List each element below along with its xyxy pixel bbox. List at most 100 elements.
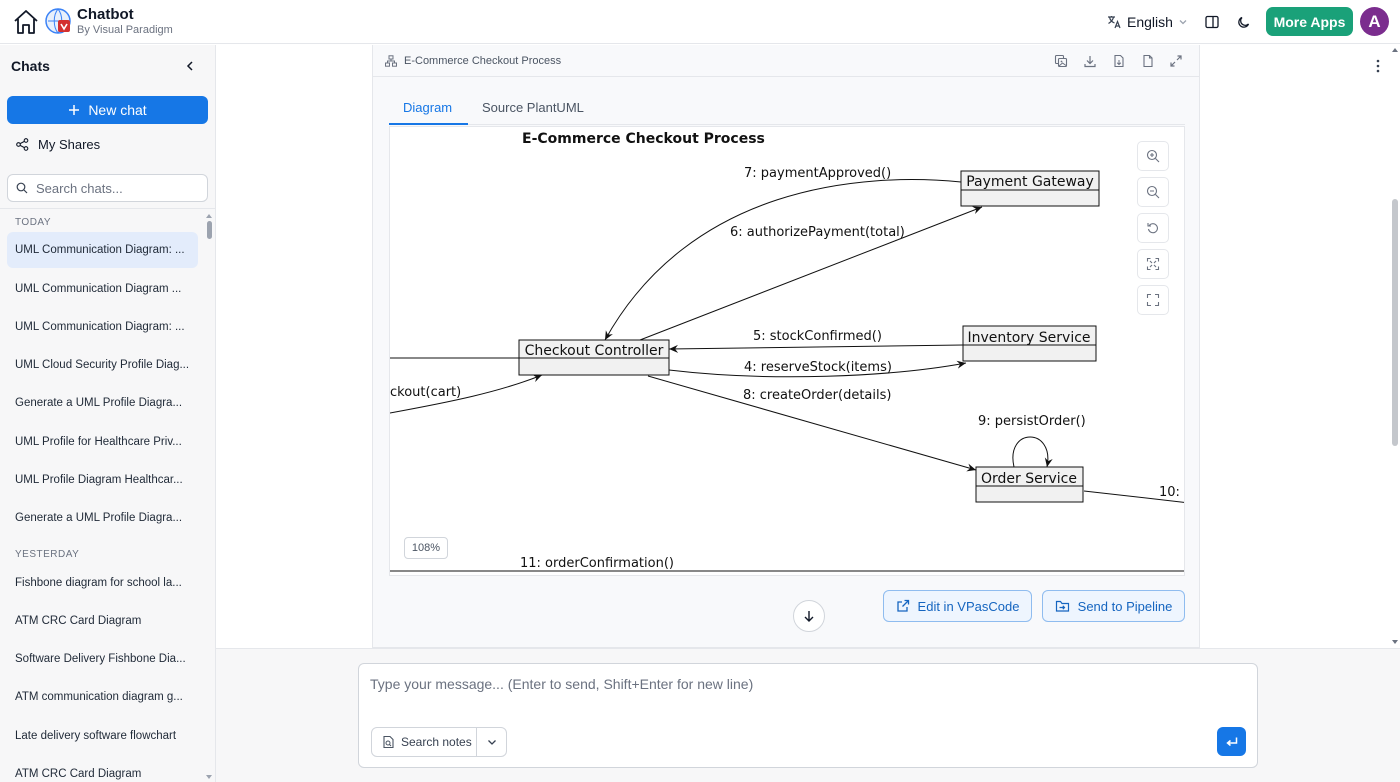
search-icon xyxy=(16,182,28,194)
chat-item[interactable]: ATM CRC Card Diagram xyxy=(7,756,198,782)
reset-icon xyxy=(1147,223,1158,234)
plus-icon xyxy=(69,105,80,115)
object-order-service[interactable]: Order Service xyxy=(975,466,1084,503)
copy-image-icon[interactable] xyxy=(1054,54,1068,68)
message-label: 7: paymentApproved() xyxy=(744,166,891,181)
chat-item[interactable]: Late delivery software flowchart xyxy=(7,718,198,754)
zoom-level-indicator: 108% xyxy=(404,537,448,559)
chat-search-box[interactable] xyxy=(7,174,208,202)
sidebar-toggle-icon[interactable] xyxy=(1201,11,1223,33)
send-to-pipeline-button[interactable]: Send to Pipeline xyxy=(1042,590,1185,622)
message-label: 11: orderConfirmation() xyxy=(520,556,674,571)
object-payment-gateway[interactable]: Payment Gateway xyxy=(960,170,1100,207)
search-notes-dropdown[interactable] xyxy=(477,728,506,756)
fit-to-screen-button[interactable] xyxy=(1137,249,1169,279)
new-chat-label: New chat xyxy=(88,102,147,118)
search-notes-label: Search notes xyxy=(401,735,472,749)
diagram-canvas[interactable]: E-Commerce Checkout Process Checkout Con… xyxy=(389,126,1185,576)
sidebar-divider xyxy=(0,208,215,209)
chat-item[interactable]: Generate a UML Profile Diagra... xyxy=(7,385,198,421)
language-label: English xyxy=(1127,14,1173,30)
page-scroll-thumb[interactable] xyxy=(1392,199,1398,446)
communication-diagram: E-Commerce Checkout Process Checkout Con… xyxy=(390,131,1185,572)
more-apps-button[interactable]: More Apps xyxy=(1266,7,1353,36)
scroll-up-icon xyxy=(1392,48,1398,52)
message-label: 8: createOrder(details) xyxy=(743,388,891,403)
scroll-down-icon xyxy=(1392,640,1398,644)
sidebar-scroll-thumb[interactable] xyxy=(207,221,212,239)
chat-item[interactable]: Generate a UML Profile Diagra... xyxy=(7,500,198,536)
my-shares-link[interactable]: My Shares xyxy=(16,137,100,152)
new-chat-button[interactable]: New chat xyxy=(7,96,208,124)
top-bar: Chatbot By Visual Paradigm English More … xyxy=(0,0,1400,44)
tab-diagram[interactable]: Diagram xyxy=(403,100,452,115)
dark-mode-icon[interactable] xyxy=(1233,11,1255,33)
chat-item[interactable]: UML Communication Diagram ... xyxy=(7,271,198,307)
search-chats-input[interactable] xyxy=(36,180,196,196)
fullscreen-button[interactable] xyxy=(1137,285,1169,315)
search-notes-button[interactable]: Search notes xyxy=(372,728,478,756)
message-label: 4: reserveStock(items) xyxy=(744,360,892,375)
scroll-down-icon xyxy=(206,775,212,779)
sidebar-title: Chats xyxy=(11,58,50,74)
scroll-down-button[interactable] xyxy=(793,600,825,632)
section-label-yesterday: YESTERDAY xyxy=(15,549,80,560)
chat-item[interactable]: ATM CRC Card Diagram xyxy=(7,603,198,639)
visual-paradigm-logo-icon xyxy=(44,7,72,35)
chat-item[interactable]: UML Communication Diagram: ... xyxy=(7,232,198,268)
artifact-title: E-Commerce Checkout Process xyxy=(404,55,562,67)
app-title: Chatbot xyxy=(77,6,134,23)
share-icon xyxy=(16,138,29,151)
reset-zoom-button[interactable] xyxy=(1137,213,1169,243)
chat-item[interactable]: ATM communication diagram g... xyxy=(7,679,198,715)
link-payment-to-checkout xyxy=(604,179,962,341)
notes-search-icon xyxy=(383,735,394,749)
more-options-icon[interactable] xyxy=(1372,58,1384,74)
artifact-header: E-Commerce Checkout Process xyxy=(373,45,1199,77)
chevron-down-icon xyxy=(487,740,496,745)
pipeline-label: Send to Pipeline xyxy=(1077,598,1173,614)
scroll-up-icon xyxy=(206,214,212,218)
chat-item[interactable]: UML Communication Diagram: ... xyxy=(7,309,198,345)
sidebar: Chats New chat My Shares TODAY UML Commu… xyxy=(0,45,216,782)
zoom-in-button[interactable] xyxy=(1137,141,1169,171)
export-file-icon[interactable] xyxy=(1112,54,1126,68)
object-inventory-service[interactable]: Inventory Service xyxy=(962,325,1097,362)
enter-icon xyxy=(1225,737,1237,746)
file-icon[interactable] xyxy=(1141,54,1155,68)
self-link-order xyxy=(1012,436,1053,468)
send-button[interactable] xyxy=(1217,727,1246,756)
chat-item[interactable]: Fishbone diagram for school la... xyxy=(7,565,198,601)
tab-source-plantuml[interactable]: Source PlantUML xyxy=(482,100,584,115)
link-inventory-to-checkout xyxy=(668,344,964,353)
arrow-down-icon xyxy=(804,611,814,622)
translate-icon xyxy=(1108,16,1121,29)
zoom-out-button[interactable] xyxy=(1137,177,1169,207)
expand-icon[interactable] xyxy=(1169,54,1183,68)
external-link-icon xyxy=(896,599,909,612)
chat-item[interactable]: Software Delivery Fishbone Dia... xyxy=(7,641,198,677)
page-scrollbar[interactable] xyxy=(1390,45,1400,648)
sidebar-scrollbar[interactable] xyxy=(205,213,213,782)
chat-item[interactable]: UML Profile for Healthcare Priv... xyxy=(7,424,198,460)
chat-item[interactable]: UML Profile Diagram Healthcar... xyxy=(7,462,198,498)
zoom-in-icon xyxy=(1146,149,1160,163)
language-selector[interactable]: English xyxy=(1106,12,1188,32)
object-checkout-controller[interactable]: Checkout Controller xyxy=(518,339,670,376)
diagram-icon xyxy=(385,55,397,67)
home-icon[interactable] xyxy=(12,8,40,36)
avatar[interactable]: A xyxy=(1360,7,1389,36)
collapse-sidebar-icon[interactable] xyxy=(183,59,197,73)
message-input[interactable] xyxy=(370,676,1240,716)
message-label: 6: authorizePayment(total) xyxy=(730,225,905,240)
object-label: Payment Gateway xyxy=(966,174,1094,190)
message-label: 10: s xyxy=(1159,485,1185,500)
message-label: ckout(cart) xyxy=(390,385,461,400)
message-label: 9: persistOrder() xyxy=(978,414,1086,429)
diagram-artifact-card: E-Commerce Checkout Process Diagram Sour… xyxy=(372,45,1200,648)
download-icon[interactable] xyxy=(1083,54,1097,68)
message-composer: Search notes xyxy=(358,663,1258,768)
edit-in-vpascode-button[interactable]: Edit in VPasCode xyxy=(883,590,1032,622)
chat-item[interactable]: UML Cloud Security Profile Diag... xyxy=(7,347,198,383)
edit-label: Edit in VPasCode xyxy=(917,598,1020,614)
